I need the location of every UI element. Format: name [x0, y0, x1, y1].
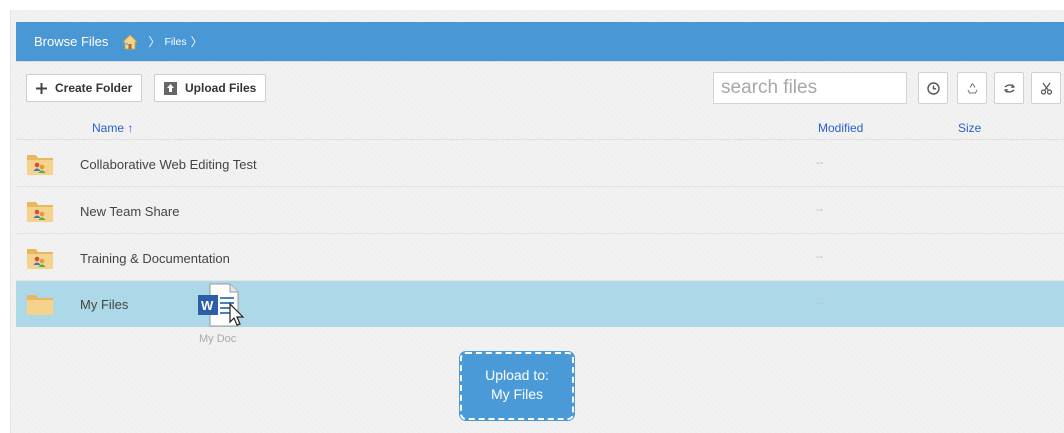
- recent-clock-button[interactable]: [918, 72, 948, 104]
- row-modified: --: [816, 251, 824, 263]
- row-modified: --: [816, 297, 824, 309]
- recycle-icon: [967, 82, 977, 94]
- column-name[interactable]: Name ↑: [92, 121, 133, 135]
- row-modified: --: [816, 204, 824, 216]
- column-size[interactable]: Size: [958, 121, 981, 135]
- upload-target-line1: Upload to:: [485, 367, 549, 383]
- page-title: Browse Files: [34, 34, 109, 49]
- row-name[interactable]: My Files: [80, 297, 128, 312]
- breadcrumb-separator: 〉: [148, 35, 161, 49]
- table-row[interactable]: Collaborative Web Editing Test --: [16, 141, 1064, 187]
- column-modified[interactable]: Modified: [818, 121, 863, 135]
- shared-folder-icon: [27, 202, 53, 222]
- cut-button[interactable]: [1031, 72, 1061, 104]
- breadcrumb-files[interactable]: Files: [164, 36, 186, 48]
- search-input[interactable]: [713, 72, 907, 104]
- upload-icon: [164, 81, 177, 95]
- upload-files-button[interactable]: Upload Files: [154, 74, 267, 102]
- row-name[interactable]: Training & Documentation: [80, 251, 230, 266]
- table-row[interactable]: Training & Documentation --: [16, 235, 1064, 281]
- create-folder-label: Create Folder: [55, 81, 133, 95]
- upload-drop-target[interactable]: Upload to: My Files: [460, 352, 574, 420]
- shared-folder-icon: [27, 155, 53, 175]
- upload-target-line2: My Files: [490, 386, 544, 402]
- row-name[interactable]: New Team Share: [80, 204, 179, 219]
- shared-folder-icon: [27, 249, 53, 269]
- svg-text:W: W: [201, 298, 214, 313]
- dragged-file-label: My Doc: [199, 333, 237, 345]
- upload-files-label: Upload Files: [185, 81, 257, 95]
- row-modified: --: [816, 157, 824, 169]
- browse-files-header: Browse Files 〉 Files 〉: [16, 22, 1064, 61]
- dragged-word-document-icon[interactable]: W: [196, 282, 252, 330]
- clock-icon: [926, 81, 940, 95]
- scissors-icon: [1040, 82, 1052, 95]
- refresh-icon: [1003, 83, 1015, 93]
- plus-icon: [36, 82, 47, 94]
- create-folder-button[interactable]: Create Folder: [26, 74, 143, 102]
- table-row[interactable]: New Team Share --: [16, 188, 1064, 234]
- breadcrumb-separator-2: 〉: [190, 35, 203, 49]
- toolbar-divider: [16, 61, 1064, 62]
- refresh-button[interactable]: [994, 72, 1024, 104]
- home-icon[interactable]: [122, 33, 139, 50]
- table-row-selected[interactable]: My Files --: [16, 281, 1064, 327]
- recycle-button[interactable]: [957, 72, 987, 104]
- row-name[interactable]: Collaborative Web Editing Test: [80, 157, 257, 172]
- column-header-row: Name ↑ Modified Size: [16, 114, 1064, 140]
- folder-icon: [27, 295, 53, 315]
